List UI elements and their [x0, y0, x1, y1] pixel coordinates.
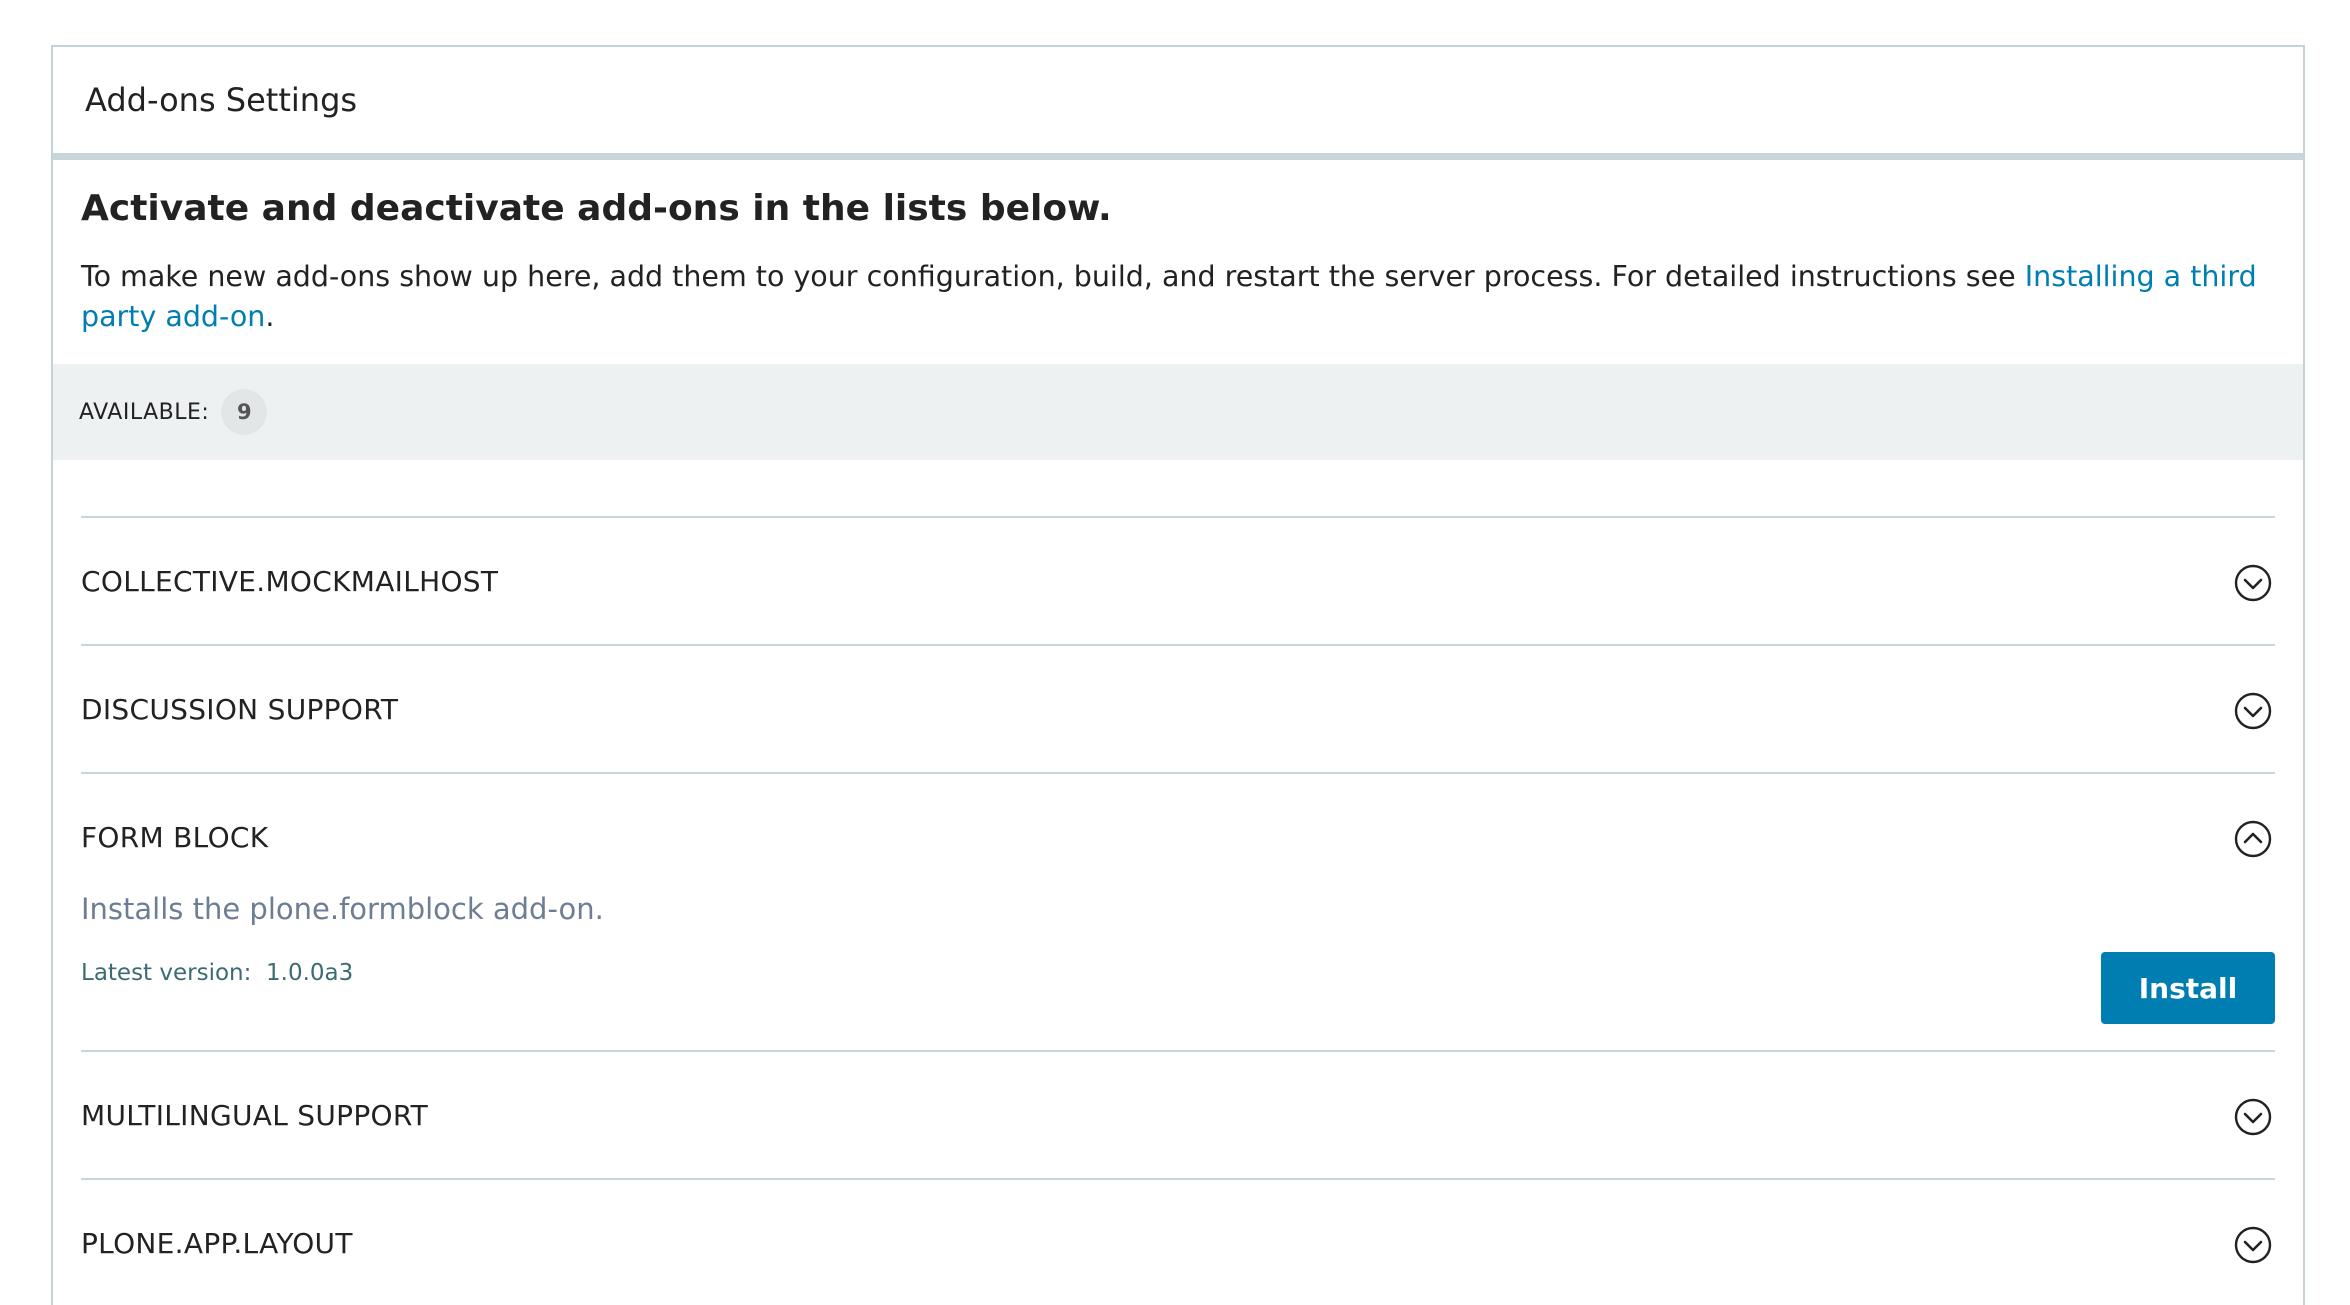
- addon-row-toggle[interactable]: COLLECTIVE.MOCKMAILHOST: [81, 518, 2275, 644]
- addon-row-toggle[interactable]: MULTILINGUAL SUPPORT: [81, 1052, 2275, 1178]
- panel-title: Add-ons Settings: [85, 81, 358, 119]
- addon-item-collective-mockmailhost: COLLECTIVE.MOCKMAILHOST: [81, 518, 2275, 646]
- intro-heading: Activate and deactivate add-ons in the l…: [81, 188, 1112, 229]
- latest-version-label: Latest version: 1.0.0a3: [81, 960, 354, 986]
- addon-title: FORM BLOCK: [81, 820, 269, 854]
- addons-settings-panel: Add-ons Settings Activate and deactivate…: [51, 45, 2305, 1305]
- addon-item-form-block: FORM BLOCK Installs the plone.formblock …: [81, 774, 2275, 1052]
- available-label: AVAILABLE:: [79, 399, 210, 425]
- install-button[interactable]: Install: [2101, 952, 2275, 1024]
- intro-section: Activate and deactivate add-ons in the l…: [53, 160, 2303, 337]
- chevron-down-circle-icon[interactable]: [2234, 1226, 2272, 1264]
- addon-item-multilingual-support: MULTILINGUAL SUPPORT: [81, 1052, 2275, 1180]
- addon-list: COLLECTIVE.MOCKMAILHOST DISCUSSION SUPPO…: [81, 516, 2275, 1305]
- available-bar: AVAILABLE: 9: [53, 364, 2303, 460]
- addon-row-toggle[interactable]: DISCUSSION SUPPORT: [81, 646, 2275, 772]
- addon-title: MULTILINGUAL SUPPORT: [81, 1098, 429, 1132]
- addon-row-toggle[interactable]: FORM BLOCK: [81, 774, 2275, 900]
- addon-title: PLONE.APP.LAYOUT: [81, 1226, 353, 1260]
- addon-item-discussion-support: DISCUSSION SUPPORT: [81, 646, 2275, 774]
- chevron-down-circle-icon[interactable]: [2234, 564, 2272, 602]
- chevron-up-circle-icon[interactable]: [2234, 820, 2272, 858]
- addon-description: Installs the plone.formblock add-on.: [81, 892, 604, 926]
- addon-title: DISCUSSION SUPPORT: [81, 692, 399, 726]
- addon-details: Installs the plone.formblock add-on. Lat…: [81, 892, 2275, 1050]
- available-count-badge: 9: [221, 389, 268, 435]
- addon-title: COLLECTIVE.MOCKMAILHOST: [81, 564, 499, 598]
- addon-item-plone-app-layout: PLONE.APP.LAYOUT: [81, 1180, 2275, 1305]
- intro-text-body: To make new add-ons show up here, add th…: [81, 260, 2025, 293]
- addon-row-toggle[interactable]: PLONE.APP.LAYOUT: [81, 1180, 2275, 1305]
- chevron-down-circle-icon[interactable]: [2234, 1098, 2272, 1136]
- intro-text: To make new add-ons show up here, add th…: [81, 257, 2276, 337]
- chevron-down-circle-icon[interactable]: [2234, 692, 2272, 730]
- panel-header: Add-ons Settings: [53, 47, 2303, 160]
- intro-text-end: .: [265, 300, 275, 333]
